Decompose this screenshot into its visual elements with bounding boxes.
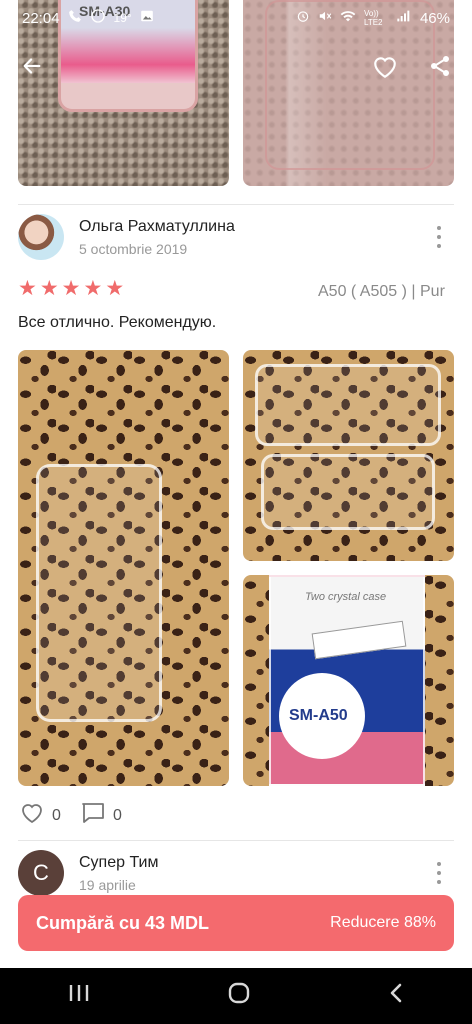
battery-level: 46% xyxy=(419,9,450,27)
box-sticker xyxy=(311,620,407,660)
network-label: Vo)) LTE2 xyxy=(363,9,383,27)
box-model-label: SM-A50 xyxy=(289,707,348,724)
heart-outline-icon xyxy=(20,802,44,829)
mute-icon xyxy=(318,9,332,27)
share-icon xyxy=(428,54,452,83)
status-time: 22:04 xyxy=(22,9,60,27)
status-temperature: 19° xyxy=(113,11,132,25)
star-icon: ★ xyxy=(39,277,59,300)
weather-icon xyxy=(90,8,106,28)
avatar[interactable]: C xyxy=(18,850,64,896)
review-text: Все отлично. Рекомендую. xyxy=(18,314,217,331)
more-vertical-icon[interactable] xyxy=(434,226,444,248)
reviewer-name: Супер Тим xyxy=(79,854,159,871)
divider xyxy=(18,204,454,205)
wifi-icon xyxy=(340,9,356,27)
share-button[interactable] xyxy=(426,54,454,82)
status-bar: 22:04 19° Vo)) LTE2 46% xyxy=(0,0,472,36)
buy-button[interactable]: Cumpără cu 43 MDL Reducere 88% xyxy=(18,895,454,951)
avatar[interactable] xyxy=(18,214,64,260)
star-icon: ★ xyxy=(61,277,81,300)
system-navigation-bar xyxy=(0,968,472,1024)
divider xyxy=(18,840,454,841)
more-vertical-icon[interactable] xyxy=(434,862,444,884)
heart-outline-icon xyxy=(372,55,398,84)
review-photo[interactable] xyxy=(243,350,454,561)
product-variant: A50 ( A505 ) | Pur xyxy=(318,283,445,300)
review-photo[interactable]: Two crystal case SM-A50 xyxy=(243,575,454,786)
recent-apps-button[interactable] xyxy=(68,982,90,1010)
back-nav-button[interactable] xyxy=(388,982,404,1011)
favorite-button[interactable] xyxy=(370,54,400,84)
star-icon: ★ xyxy=(105,277,125,300)
comment-icon xyxy=(81,802,105,829)
like-count: 0 xyxy=(52,806,61,824)
review-date: 19 aprilie xyxy=(79,877,136,893)
phone-call-icon xyxy=(68,9,82,27)
box-label: Two crystal case xyxy=(305,591,387,603)
buy-label: Cumpără cu 43 MDL xyxy=(36,912,210,933)
top-photo-strip: SM-A30 22:04 19° Vo)) LTE2 46% xyxy=(0,0,472,188)
like-button[interactable]: 0 xyxy=(20,802,61,829)
discount-badge: Reducere 88% xyxy=(330,914,436,931)
star-icon: ★ xyxy=(18,277,37,300)
star-icon: ★ xyxy=(83,277,103,300)
review-photo[interactable] xyxy=(18,350,229,786)
comment-count: 0 xyxy=(113,806,122,824)
alarm-icon xyxy=(296,9,310,27)
reviewer-name: Ольга Рахматуллина xyxy=(79,218,235,235)
review-date: 5 octombrie 2019 xyxy=(79,241,188,257)
rating-stars: ★ ★ ★ ★ ★ xyxy=(18,278,124,299)
home-button[interactable] xyxy=(227,981,251,1012)
comment-button[interactable]: 0 xyxy=(81,802,122,829)
arrow-left-icon xyxy=(21,55,43,82)
gallery-icon xyxy=(140,9,154,27)
signal-icon xyxy=(396,9,412,27)
review-page: SM-A30 22:04 19° Vo)) LTE2 46% Ольга Рах… xyxy=(0,0,472,1024)
back-button[interactable] xyxy=(18,54,46,82)
